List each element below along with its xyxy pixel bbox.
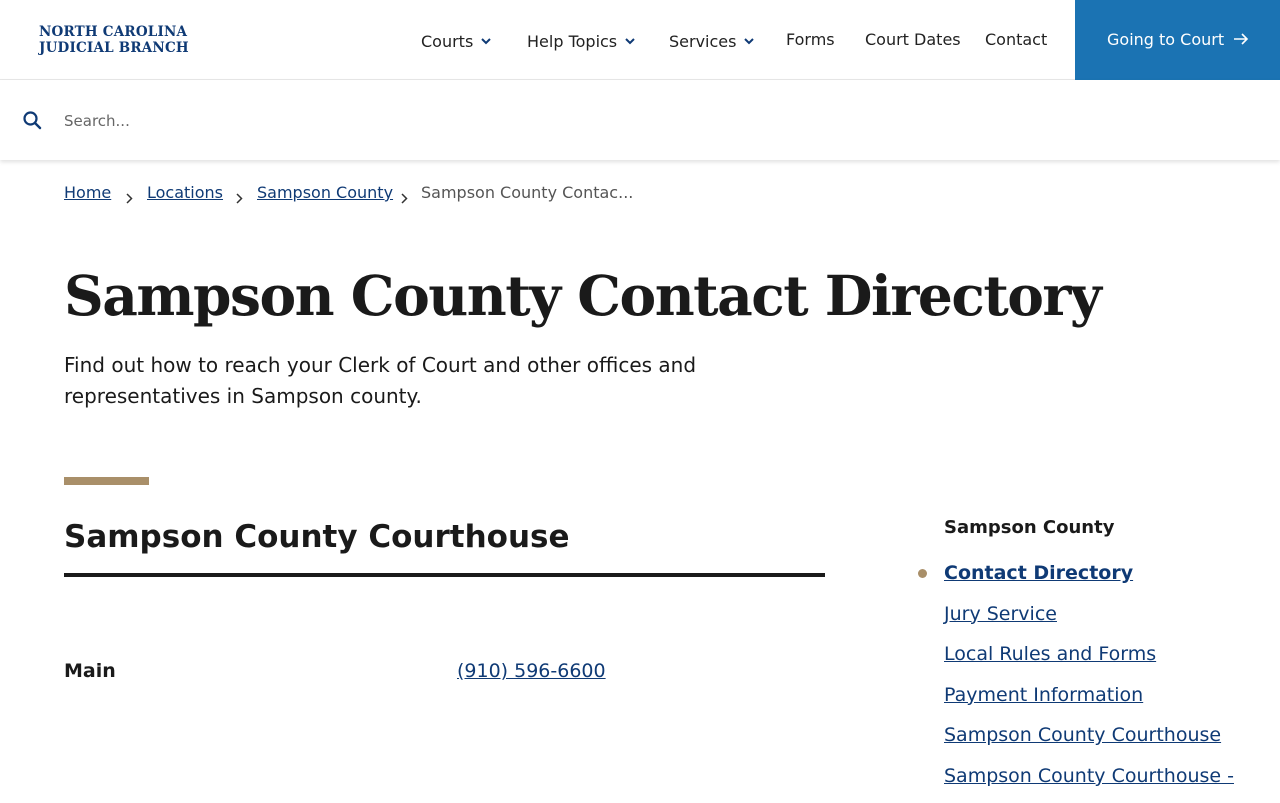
sidebar-link-local-rules[interactable]: Local Rules and Forms [944,643,1156,665]
main-nav: Courts Help Topics Services Forms Court … [0,0,1075,80]
breadcrumb-current: Sampson County Contac... [421,183,634,202]
chevron-right-icon [236,188,243,210]
section-heading: Sampson County Courthouse [64,519,570,555]
contact-row-label: Main [64,660,116,682]
section-divider [64,573,825,577]
sidebar-nav: Contact Directory Jury Service Local Rul… [918,559,1264,803]
sidebar-link-jury-service[interactable]: Jury Service [944,603,1057,625]
nav-help-topics-label: Help Topics [527,32,618,51]
nav-courts[interactable]: Courts [421,30,492,51]
going-to-court-label: Going to Court [1107,30,1225,49]
chevron-down-icon [481,30,492,50]
breadcrumb-home[interactable]: Home [64,182,111,204]
chevron-down-icon [744,30,755,50]
going-to-court-button[interactable]: Going to Court [1075,0,1280,80]
nav-services[interactable]: Services [669,30,755,51]
site-header: NORTH CAROLINA JUDICIAL BRANCH Courts He… [0,0,1280,80]
sidebar-item-payment-information: Payment Information [944,681,1264,722]
nav-contact[interactable]: Contact [985,30,1047,50]
nav-courts-label: Courts [421,32,474,51]
chevron-right-icon [401,188,408,210]
search-icon[interactable] [23,111,42,134]
sidebar-item-contact-directory: Contact Directory [918,559,1264,600]
arrow-right-icon [1233,31,1249,51]
nav-help-topics[interactable]: Help Topics [527,30,635,51]
breadcrumb-locations[interactable]: Locations [147,182,223,204]
sidebar-title: Sampson County [944,517,1115,538]
bullet-dot-icon [918,569,927,578]
sidebar-link-courthouse[interactable]: Sampson County Courthouse [944,724,1221,746]
page-title: Sampson County Contact Directory [64,263,1102,328]
page-intro: Find out how to reach your Clerk of Cour… [64,353,697,408]
breadcrumb-sampson-county[interactable]: Sampson County [257,182,393,204]
nav-services-label: Services [669,32,737,51]
search-input[interactable] [54,100,1254,142]
sidebar-item-courthouse: Sampson County Courthouse [944,721,1264,762]
chevron-down-icon [625,30,635,50]
section-accent-bar [64,477,149,485]
chevron-right-icon [126,188,133,210]
nav-forms[interactable]: Forms [786,30,835,50]
sidebar-link-contact-directory[interactable]: Contact Directory [944,562,1133,584]
sidebar-link-courthouse-annex[interactable]: Sampson County Courthouse - [944,765,1234,787]
sidebar-link-payment-information[interactable]: Payment Information [944,684,1143,706]
sidebar-item-local-rules: Local Rules and Forms [944,640,1264,681]
nav-court-dates[interactable]: Court Dates [865,30,961,50]
sidebar-item-courthouse-annex: Sampson County Courthouse - [944,762,1264,803]
sidebar-item-jury-service: Jury Service [944,600,1264,641]
contact-row-phone-link[interactable]: (910) 596-6600 [457,658,606,684]
